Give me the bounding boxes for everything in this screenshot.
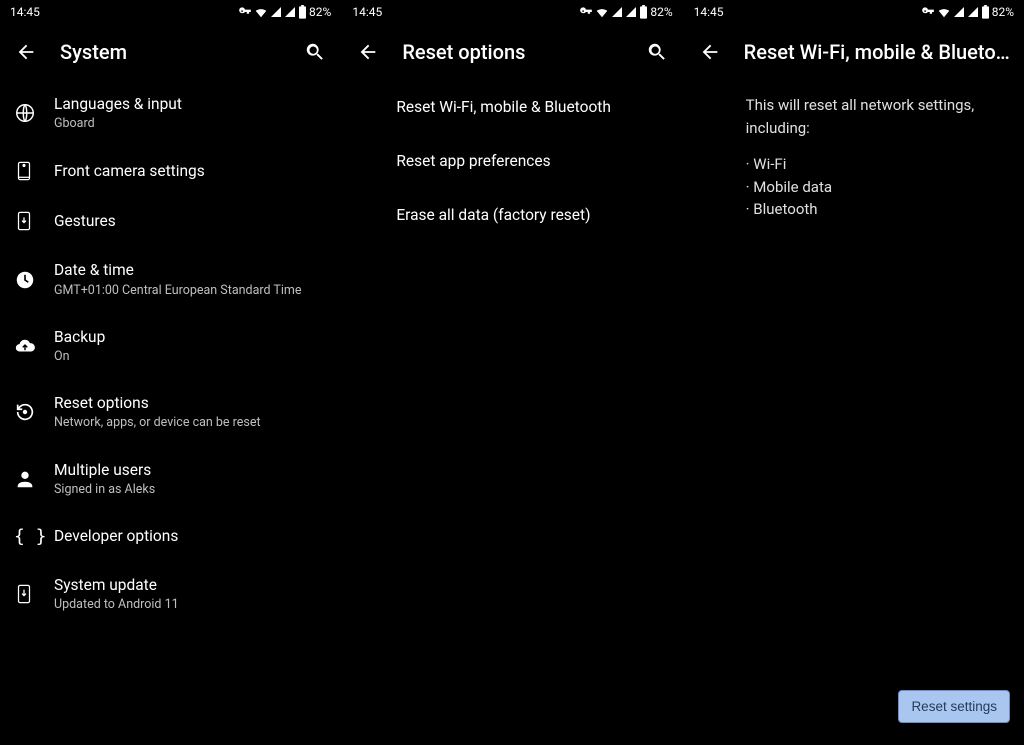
system-update-icon — [14, 583, 54, 605]
settings-list: Languages & input Gboard Front camera se… — [0, 80, 341, 745]
panel-reset-network: 14:45 82% Reset Wi-Fi, mobile & Blueto… … — [683, 0, 1024, 745]
wifi-icon — [595, 5, 609, 19]
status-right: 82% — [238, 5, 331, 19]
item-date-time[interactable]: Date & time GMT+01:00 Central European S… — [0, 246, 341, 312]
back-button[interactable] — [696, 38, 724, 66]
signal-icon — [953, 6, 965, 18]
status-time: 14:45 — [352, 5, 382, 19]
item-title: Gestures — [54, 211, 325, 231]
user-icon — [14, 468, 54, 490]
item-title: Reset options — [54, 393, 325, 413]
status-time: 14:45 — [694, 5, 724, 19]
header: Reset Wi-Fi, mobile & Blueto… — [684, 24, 1024, 80]
item-subtitle: Updated to Android 11 — [54, 597, 325, 613]
battery-percent: 82% — [650, 5, 672, 19]
search-icon — [646, 41, 668, 63]
back-arrow-icon — [357, 41, 379, 63]
back-arrow-icon — [15, 41, 37, 63]
item-backup[interactable]: Backup On — [0, 313, 341, 379]
bullet-wifi: Wi-Fi — [746, 153, 1004, 176]
item-subtitle: Network, apps, or device can be reset — [54, 415, 325, 431]
gestures-icon — [14, 210, 54, 232]
status-bar: 14:45 82% — [0, 0, 341, 24]
reset-settings-button[interactable]: Reset settings — [898, 690, 1010, 723]
status-bar: 14:45 82% — [684, 0, 1024, 24]
item-developer-options[interactable]: { } Developer options — [0, 512, 341, 561]
header: Reset options — [342, 24, 682, 80]
battery-icon — [639, 5, 648, 19]
signal-icon — [270, 6, 282, 18]
item-title: Date & time — [54, 260, 325, 280]
battery-percent: 82% — [992, 5, 1014, 19]
option-factory-reset[interactable]: Erase all data (factory reset) — [342, 188, 682, 242]
clock-icon — [14, 269, 54, 291]
item-title: System update — [54, 575, 325, 595]
signal-icon — [611, 6, 623, 18]
globe-icon — [14, 102, 54, 124]
bullet-mobile-data: Mobile data — [746, 176, 1004, 199]
item-subtitle: Signed in as Aleks — [54, 482, 325, 498]
item-title: Developer options — [54, 526, 325, 546]
status-right: 82% — [921, 5, 1014, 19]
vpn-key-icon — [921, 5, 935, 19]
cloud-upload-icon — [14, 335, 54, 357]
header: System — [0, 24, 341, 80]
battery-icon — [298, 5, 307, 19]
item-reset-options[interactable]: Reset options Network, apps, or device c… — [0, 379, 341, 445]
item-languages-input[interactable]: Languages & input Gboard — [0, 80, 341, 146]
battery-icon — [981, 5, 990, 19]
braces-icon: { } — [14, 526, 54, 547]
search-button[interactable] — [643, 38, 671, 66]
panel-system: 14:45 82% System L — [0, 0, 341, 745]
status-time: 14:45 — [10, 5, 40, 19]
item-system-update[interactable]: System update Updated to Android 11 — [0, 561, 341, 627]
item-subtitle: On — [54, 349, 325, 365]
item-subtitle: Gboard — [54, 116, 325, 132]
panel-reset-options: 14:45 82% Reset options Reset Wi-Fi, mob… — [341, 0, 682, 745]
back-arrow-icon — [699, 41, 721, 63]
page-title: Reset Wi-Fi, mobile & Blueto… — [744, 40, 1012, 64]
back-button[interactable] — [12, 38, 40, 66]
reset-network-body: This will reset all network settings, in… — [684, 80, 1024, 221]
item-title: Languages & input — [54, 94, 325, 114]
item-title: Backup — [54, 327, 325, 347]
vpn-key-icon — [238, 5, 252, 19]
reset-items-list: Wi-Fi Mobile data Bluetooth — [746, 153, 1004, 221]
front-camera-icon — [14, 160, 54, 182]
wifi-icon — [937, 5, 951, 19]
status-right: 82% — [579, 5, 672, 19]
signal-icon — [284, 6, 296, 18]
search-button[interactable] — [301, 38, 329, 66]
item-subtitle: GMT+01:00 Central European Standard Time — [54, 283, 325, 299]
item-gestures[interactable]: Gestures — [0, 196, 341, 246]
description-text: This will reset all network settings, in… — [746, 94, 1004, 139]
wifi-icon — [254, 5, 268, 19]
signal-icon — [967, 6, 979, 18]
battery-percent: 82% — [309, 5, 331, 19]
signal-icon — [625, 6, 637, 18]
page-title: Reset options — [402, 40, 642, 64]
option-reset-network[interactable]: Reset Wi-Fi, mobile & Bluetooth — [342, 80, 682, 134]
item-front-camera[interactable]: Front camera settings — [0, 146, 341, 196]
vpn-key-icon — [579, 5, 593, 19]
reset-options-list: Reset Wi-Fi, mobile & Bluetooth Reset ap… — [342, 80, 682, 745]
search-icon — [304, 41, 326, 63]
status-bar: 14:45 82% — [342, 0, 682, 24]
item-title: Multiple users — [54, 460, 325, 480]
bullet-bluetooth: Bluetooth — [746, 198, 1004, 221]
option-reset-app-prefs[interactable]: Reset app preferences — [342, 134, 682, 188]
page-title: System — [60, 40, 301, 64]
item-multiple-users[interactable]: Multiple users Signed in as Aleks — [0, 446, 341, 512]
reset-icon — [14, 401, 54, 423]
item-title: Front camera settings — [54, 161, 325, 181]
back-button[interactable] — [354, 38, 382, 66]
